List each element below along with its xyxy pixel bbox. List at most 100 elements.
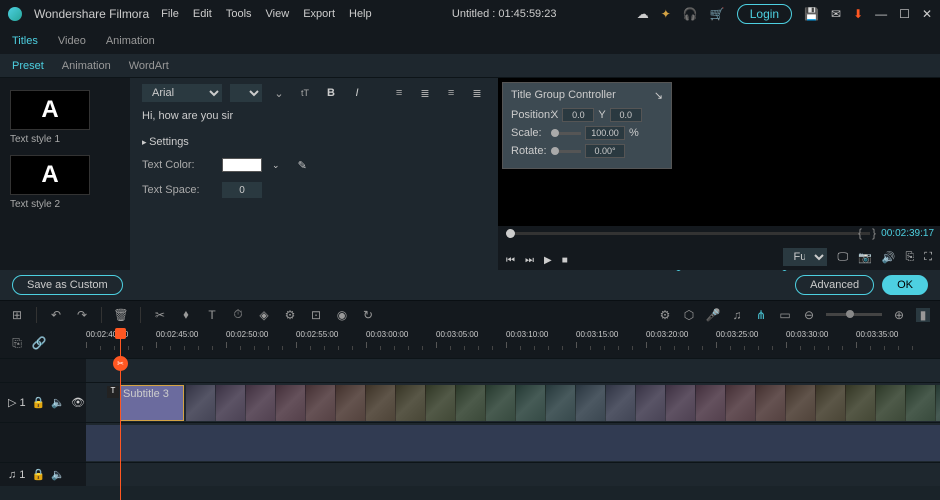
scrub-bar[interactable] (506, 232, 870, 235)
volume-icon[interactable]: 🔊 (882, 251, 896, 264)
cut-icon[interactable]: ✂ (153, 308, 167, 322)
display-icon[interactable]: 🖵 (837, 251, 848, 264)
bold-icon[interactable]: B (322, 84, 340, 102)
tab-titles[interactable]: Titles (12, 35, 38, 47)
zoom-slider[interactable] (826, 313, 882, 316)
prev-frame-icon[interactable]: ⏮ (506, 255, 515, 266)
copy-icon[interactable]: ⎘ (10, 336, 24, 350)
settings-header[interactable]: Settings (142, 136, 486, 148)
tgc-y-input[interactable] (610, 108, 642, 122)
lock-icon[interactable]: 🔒 (32, 396, 46, 409)
font-size-select[interactable]: 24 (230, 84, 262, 102)
italic-icon[interactable]: I (348, 84, 366, 102)
playhead[interactable]: ✂ (120, 328, 121, 500)
tgc-close-icon[interactable]: ↘ (654, 89, 663, 102)
subtab-wordart[interactable]: WordArt (129, 60, 169, 72)
menu-file[interactable]: File (161, 8, 179, 20)
zoom-in-icon[interactable]: ⊕ (892, 308, 906, 322)
speed-icon[interactable]: ⏱ (231, 308, 245, 322)
refresh-icon[interactable]: ↻ (361, 308, 375, 322)
close-icon[interactable]: ✕ (922, 7, 932, 21)
text-color-swatch[interactable] (222, 158, 262, 172)
tgc-x-input[interactable] (562, 108, 594, 122)
tgc-rotate-input[interactable] (585, 144, 625, 158)
playhead-cut-icon[interactable]: ✂ (113, 356, 128, 371)
lock-icon[interactable]: 🔒 (31, 468, 45, 481)
gear-icon[interactable]: ⚙ (658, 308, 672, 322)
ok-button[interactable]: OK (882, 275, 928, 295)
timeline-ruler[interactable]: ⎘ 🔗 00:02:40:0000:02:45:0000:02:50:0000:… (0, 328, 940, 358)
marker-icon[interactable]: ⋔ (754, 308, 768, 322)
tag-icon[interactable]: ⬧ (179, 308, 193, 322)
play-icon[interactable]: ▶ (544, 255, 552, 266)
crop2-icon[interactable]: ▭ (778, 308, 792, 322)
login-button[interactable]: Login (737, 4, 792, 24)
text-space-input[interactable] (222, 182, 262, 198)
mute-icon[interactable]: 🔈 (51, 396, 65, 409)
menu-help[interactable]: Help (349, 8, 372, 20)
font-family-select[interactable]: Arial (142, 84, 222, 102)
align-left-icon[interactable]: ≡ (390, 84, 408, 102)
zoom-out-icon[interactable]: ⊖ (802, 308, 816, 322)
mic-icon[interactable]: 🎤 (706, 308, 720, 322)
delete-icon[interactable]: 🗑 (114, 308, 128, 322)
audio-clip[interactable] (86, 425, 940, 461)
keyframe-icon[interactable]: ◉ (335, 308, 349, 322)
text-input[interactable]: Hi, how are you sir (142, 110, 486, 122)
shield-icon[interactable]: ⬡ (682, 308, 696, 322)
save-as-custom-button[interactable]: Save as Custom (12, 275, 123, 295)
eye-icon[interactable]: 👁 (71, 396, 85, 409)
eyedropper-icon[interactable]: ✎ (298, 159, 307, 172)
link-icon[interactable]: 🔗 (32, 336, 46, 350)
menu-tools[interactable]: Tools (226, 8, 252, 20)
headphones-icon[interactable]: 🎧 (683, 7, 698, 21)
adjust-icon[interactable]: ⚙ (283, 308, 297, 322)
fullscreen-icon[interactable]: ⛶ (924, 251, 932, 264)
download-icon[interactable]: ⬇ (853, 7, 863, 21)
cart-icon[interactable]: 🛒 (710, 7, 725, 21)
video-clip[interactable]: Next Gen (186, 385, 940, 421)
align-right-icon[interactable]: ≡ (442, 84, 460, 102)
align-center-icon[interactable]: ≣ (416, 84, 434, 102)
fit-icon[interactable]: ▮ (916, 308, 930, 322)
mute-icon[interactable]: 🔈 (51, 468, 65, 481)
next-frame-icon[interactable]: ⏭ (525, 255, 534, 266)
maximize-icon[interactable]: ☐ (899, 7, 910, 21)
grid-icon[interactable]: ⊞ (10, 308, 24, 322)
chevron-down-icon[interactable]: ⌄ (270, 84, 288, 102)
redo-icon[interactable]: ↷ (75, 308, 89, 322)
tab-video[interactable]: Video (58, 35, 86, 47)
sparkle-icon[interactable]: ✦ (661, 7, 671, 21)
text-style-2-thumb[interactable]: A (10, 155, 90, 195)
menu-export[interactable]: Export (303, 8, 335, 20)
tab-animation[interactable]: Animation (106, 35, 155, 47)
subtab-animation[interactable]: Animation (62, 60, 111, 72)
advanced-button[interactable]: Advanced (795, 275, 874, 295)
menu-view[interactable]: View (266, 8, 290, 20)
crop-icon[interactable]: ⊡ (309, 308, 323, 322)
scrub-thumb[interactable] (506, 229, 515, 238)
brace-markers[interactable]: { } (858, 226, 876, 240)
snapshot-icon[interactable]: 📷 (858, 251, 872, 264)
cloud-icon[interactable]: ☁ (637, 7, 649, 21)
mail-icon[interactable]: ✉ (831, 7, 841, 21)
minimize-icon[interactable]: — (875, 7, 887, 21)
align-justify-icon[interactable]: ≣ (468, 84, 486, 102)
tgc-scale-input[interactable] (585, 126, 625, 140)
tt-icon[interactable]: tT (296, 84, 314, 102)
tgc-rotate-slider[interactable] (551, 150, 581, 153)
color-chevron-icon[interactable]: ⌄ (272, 160, 280, 171)
tgc-scale-slider[interactable] (551, 132, 581, 135)
music-icon[interactable]: ♫ (730, 308, 744, 322)
save-icon[interactable]: 💾 (804, 7, 819, 21)
stop-icon[interactable]: ■ (562, 255, 568, 266)
menu-edit[interactable]: Edit (193, 8, 212, 20)
quality-select[interactable]: Full (783, 248, 827, 266)
export-icon[interactable]: ⎘ (905, 251, 914, 264)
title-clip[interactable]: Subtitle 3 (120, 385, 184, 421)
color-icon[interactable]: ◈ (257, 308, 271, 322)
subtab-preset[interactable]: Preset (12, 60, 44, 72)
text-style-1-thumb[interactable]: A (10, 90, 90, 130)
text-icon[interactable]: T (205, 308, 219, 322)
undo-icon[interactable]: ↶ (49, 308, 63, 322)
